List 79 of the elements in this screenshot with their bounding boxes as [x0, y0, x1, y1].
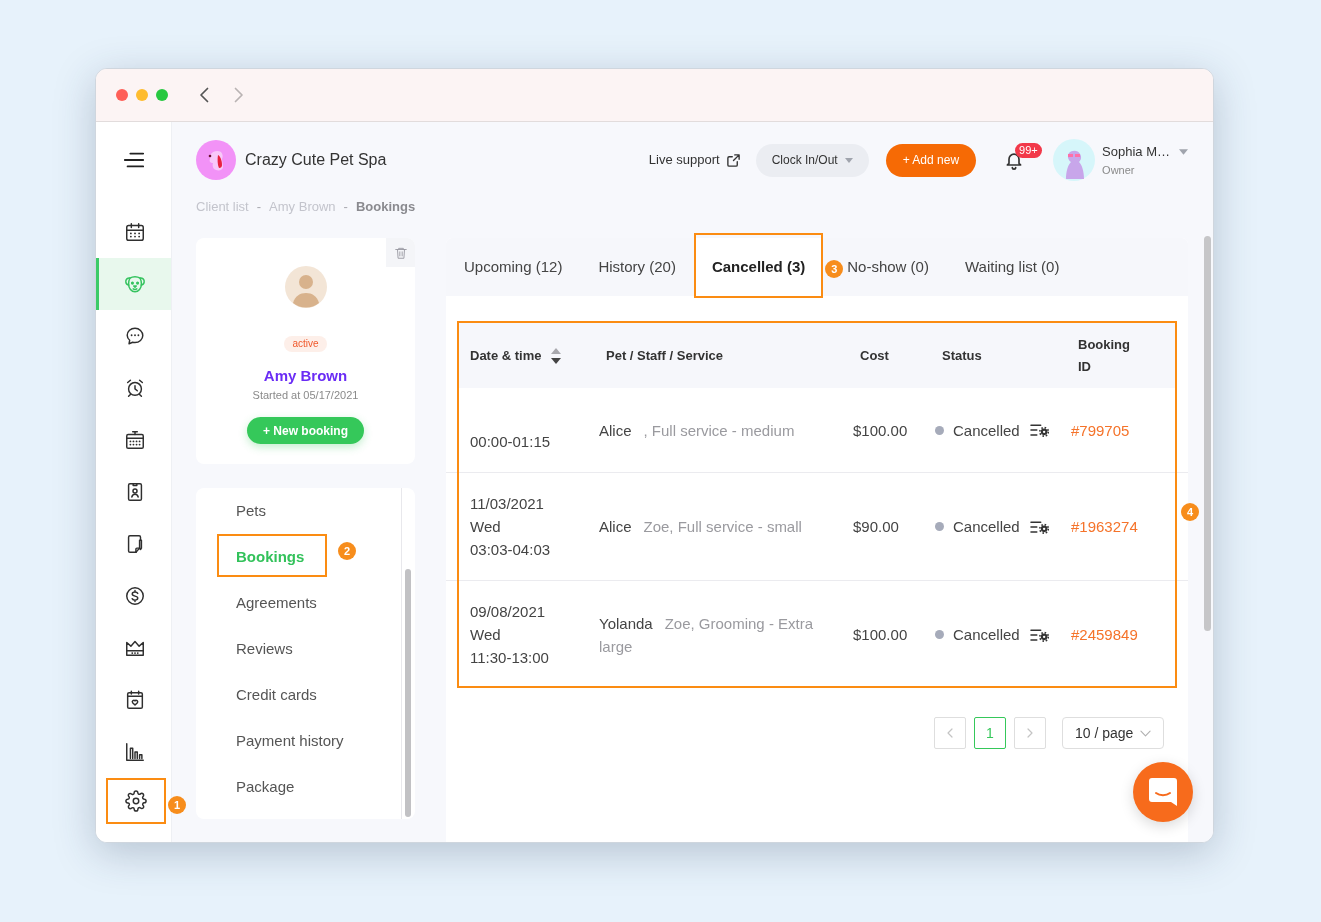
- back-button[interactable]: [199, 87, 209, 103]
- menu-button[interactable]: [122, 151, 145, 169]
- pet-staff-service-text: Alice Zoe, Full service - small: [599, 517, 803, 537]
- sidebar-button[interactable]: [106, 778, 166, 824]
- menu-item[interactable]: Package: [196, 764, 401, 810]
- tab[interactable]: Waiting list (0): [946, 238, 1078, 296]
- user-name: Sophia M…: [1102, 143, 1170, 160]
- chevron-right-icon: [1027, 728, 1033, 738]
- brand-name: Crazy Cute Pet Spa: [245, 150, 387, 170]
- chat-bubble-icon: [124, 325, 146, 347]
- chevron-down-icon: [1140, 729, 1151, 737]
- dollar-coin-icon: [124, 585, 146, 607]
- close-button[interactable]: [116, 89, 128, 101]
- scrollbar-thumb[interactable]: [1204, 236, 1211, 631]
- menu-item[interactable]: Credit cards: [196, 672, 401, 718]
- user-role: Owner: [1102, 162, 1136, 177]
- breadcrumb-current: Bookings: [355, 199, 416, 215]
- menu-item[interactable]: Reviews: [196, 626, 401, 672]
- menu-item[interactable]: Payment history: [196, 718, 401, 764]
- calendar-icon: [124, 221, 146, 243]
- chevron-right-icon: [234, 87, 244, 103]
- chevron-left-icon: [947, 728, 953, 738]
- breadcrumb-separator: -: [343, 199, 348, 215]
- weekday-text: Wed: [470, 625, 502, 645]
- page-size-select[interactable]: 10 / page: [1062, 717, 1164, 749]
- tab[interactable]: History (20): [580, 238, 694, 296]
- trash-icon: [393, 245, 408, 260]
- pet-staff-service-text: Yolanda Zoe, Grooming - Extra large: [599, 613, 815, 657]
- column-header: Cost: [860, 346, 889, 365]
- avatar-icon: [284, 266, 327, 308]
- bar-chart-icon: [124, 741, 146, 763]
- status-badge: active: [284, 336, 327, 352]
- status-text: Cancelled: [953, 420, 1020, 441]
- time-range-text: 00:00-01:15: [470, 432, 552, 452]
- list-settings-icon[interactable]: [1029, 627, 1049, 642]
- time-range-text: 11:30-13:00: [470, 648, 550, 668]
- list-settings-icon[interactable]: [1029, 423, 1049, 437]
- chat-icon: [1148, 777, 1178, 807]
- cost-text: $100.00: [853, 626, 908, 643]
- client-name: Amy Brown: [263, 366, 348, 386]
- notification-badge: 99+: [1015, 143, 1042, 158]
- chevron-left-icon: [199, 87, 209, 103]
- user-avatar-icon: [1053, 139, 1096, 181]
- menu-item[interactable]: Pets: [196, 488, 401, 534]
- list-settings-icon[interactable]: [1029, 519, 1049, 534]
- time-range-text: 03:03-04:03: [470, 540, 552, 560]
- start-date-text: Started at 05/17/2021: [252, 388, 359, 402]
- status-text: Cancelled: [953, 625, 1020, 645]
- sort-icon[interactable]: [550, 347, 561, 364]
- column-header: Status: [942, 346, 982, 365]
- logo-icon: [196, 140, 236, 180]
- column-header: Booking ID: [1078, 335, 1131, 376]
- clock-in-out-button[interactable]: Clock In/Out: [755, 143, 869, 177]
- tab[interactable]: Upcoming (12): [446, 238, 581, 296]
- breadcrumb-separator: -: [256, 199, 262, 215]
- date-text: 09/08/2021: [470, 602, 547, 622]
- status-text: Cancelled: [953, 517, 1020, 537]
- menu-item[interactable]: Agreements: [196, 580, 401, 626]
- tab[interactable]: Cancelled (3): [693, 238, 824, 296]
- scrollbar-thumb[interactable]: [405, 569, 411, 817]
- date-text: 11/03/2021: [470, 494, 545, 514]
- column-header: Pet / Staff / Service: [606, 346, 724, 365]
- live-support-link[interactable]: Live support: [648, 150, 741, 170]
- step-badge: 3: [825, 260, 844, 278]
- menu-icon: [122, 151, 145, 169]
- column-header[interactable]: Date & time: [470, 344, 542, 367]
- step-badge: 2: [338, 542, 356, 560]
- alarm-clock-icon: [124, 377, 146, 399]
- settings-icon: [125, 790, 147, 812]
- step-badge: 4: [1181, 503, 1199, 521]
- external-link-icon: [725, 152, 741, 168]
- cost-text: $90.00: [853, 518, 899, 535]
- dog-face-icon: [124, 273, 146, 295]
- cost-text: $100.00: [853, 421, 908, 439]
- step-badge: 1: [168, 796, 186, 814]
- pet-staff-service-text: Alice , Full service - medium: [599, 420, 796, 441]
- caret-down-icon: [844, 157, 853, 163]
- weekday-text: Wed: [470, 517, 502, 537]
- calendar-grid-icon: [124, 429, 146, 451]
